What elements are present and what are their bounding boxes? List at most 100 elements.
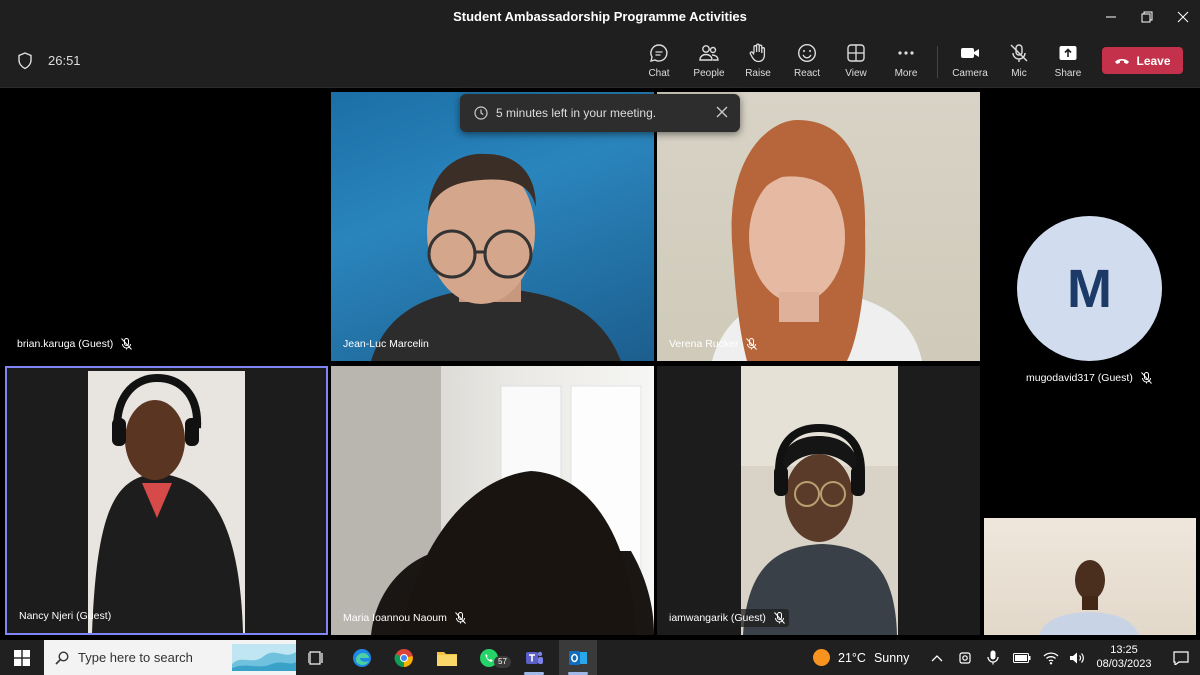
video-feed-person	[712, 120, 922, 361]
raise-hand-button[interactable]: Raise	[733, 40, 783, 84]
clock-time: 13:25	[1110, 644, 1138, 656]
participant-name: Nancy Njeri (Guest)	[19, 610, 112, 622]
start-button[interactable]	[8, 640, 36, 675]
participant-name: Maria Ioannou Naoum	[343, 612, 447, 624]
taskbar-search[interactable]: Type here to search	[44, 640, 296, 675]
chat-button[interactable]: Chat	[634, 40, 684, 84]
react-label: React	[793, 68, 821, 79]
mic-off-icon	[455, 612, 466, 624]
view-label: View	[845, 68, 867, 79]
close-window-icon[interactable]	[1163, 0, 1200, 34]
sun-icon	[813, 649, 830, 666]
share-button[interactable]: Share	[1043, 40, 1093, 84]
people-label: People	[693, 68, 725, 79]
notification-icon	[1173, 650, 1189, 665]
video-feed-person	[1039, 560, 1139, 635]
search-icon	[55, 650, 69, 665]
show-hidden-icons-button[interactable]	[927, 640, 947, 675]
chevron-up-icon	[931, 654, 943, 661]
video-tile-iamwangarik[interactable]: iamwangarik (Guest)	[657, 366, 980, 635]
react-button[interactable]: React	[782, 40, 832, 84]
notifications-button[interactable]	[1166, 640, 1196, 675]
mic-off-icon	[121, 338, 133, 350]
tray-app-button[interactable]	[955, 640, 975, 675]
windows-taskbar: Type here to search 21°C Sunny 13:25 08/…	[0, 640, 1200, 675]
volume-tray-button[interactable]	[1066, 640, 1088, 675]
camera-label: Camera	[952, 68, 988, 79]
file-explorer-button[interactable]	[432, 640, 462, 675]
self-view-tile[interactable]	[984, 518, 1196, 635]
toolbar-divider	[937, 46, 938, 78]
toast-message: 5 minutes left in your meeting.	[496, 106, 657, 120]
mic-off-icon	[1010, 44, 1028, 62]
leave-button[interactable]: Leave	[1102, 47, 1183, 74]
mic-button[interactable]: Mic	[994, 40, 1044, 84]
more-label: More	[894, 68, 918, 79]
raise-hand-icon	[749, 43, 766, 63]
smiley-icon	[797, 43, 817, 63]
teams-icon	[526, 651, 543, 664]
video-feed-person	[371, 153, 621, 361]
video-feed-person	[88, 371, 245, 633]
more-button[interactable]: More	[881, 40, 931, 84]
speaker-icon	[1070, 652, 1084, 663]
chat-icon	[650, 44, 668, 62]
restore-icon[interactable]	[1127, 0, 1167, 34]
video-feed-person	[331, 366, 654, 635]
participant-name-tag: iamwangarik (Guest)	[665, 609, 789, 627]
participant-name-tag: mugodavid317 (Guest)	[1026, 372, 1152, 384]
window-title: Student Ambassadorship Programme Activit…	[453, 9, 747, 24]
video-tile-maria[interactable]: Maria Ioannou Naoum	[331, 366, 654, 635]
more-icon	[898, 51, 914, 55]
meeting-toolbar: 26:51 Chat People Raise React View More …	[0, 34, 1200, 88]
meeting-ending-toast: 5 minutes left in your meeting.	[460, 94, 740, 132]
people-button[interactable]: People	[684, 40, 734, 84]
participant-name-tag: Maria Ioannou Naoum	[339, 609, 470, 627]
participant-name-tag: Jean-Luc Marcelin	[339, 335, 433, 353]
wifi-tray-button[interactable]	[1040, 640, 1062, 675]
edge-button[interactable]	[347, 640, 377, 675]
video-tile-nancy[interactable]: Nancy Njeri (Guest)	[5, 366, 328, 635]
video-tile-brian[interactable]: brian.karuga (Guest)	[5, 92, 328, 361]
folder-icon	[437, 651, 457, 666]
outlook-icon	[569, 650, 587, 665]
battery-icon	[1013, 652, 1031, 663]
task-view-button[interactable]	[304, 640, 328, 675]
whatsapp-badge: 57	[494, 656, 511, 668]
participant-name: brian.karuga (Guest)	[17, 338, 114, 350]
camera-icon	[961, 48, 979, 58]
video-tile-verena[interactable]: Verena Rucker	[657, 92, 980, 361]
weather-widget[interactable]: 21°C Sunny	[813, 649, 909, 666]
video-tile-jean-luc[interactable]: Jean-Luc Marcelin	[331, 92, 654, 361]
close-icon[interactable]	[716, 106, 728, 118]
camera-tray-icon	[959, 651, 971, 664]
microphone-tray-button[interactable]	[983, 640, 1003, 675]
view-button[interactable]: View	[831, 40, 881, 84]
participant-name: Verena Rucker	[669, 338, 739, 350]
clock-icon	[474, 106, 488, 120]
chat-label: Chat	[648, 68, 670, 79]
participant-name: Jean-Luc Marcelin	[343, 338, 429, 350]
weather-text: Sunny	[873, 650, 910, 665]
participant-name: mugodavid317 (Guest)	[1026, 372, 1133, 384]
edge-icon	[353, 648, 371, 667]
minimize-icon[interactable]	[1091, 0, 1131, 34]
windows-logo-icon	[14, 649, 30, 666]
wifi-icon	[1043, 651, 1059, 664]
chrome-button[interactable]	[389, 640, 419, 675]
share-label: Share	[1054, 68, 1082, 79]
video-feed-person	[741, 366, 898, 635]
shield-icon[interactable]	[17, 52, 33, 70]
search-input[interactable]: Type here to search	[78, 650, 193, 665]
task-view-icon	[308, 650, 323, 665]
participant-name-tag: Verena Rucker	[665, 335, 761, 353]
search-highlight-icon	[232, 644, 296, 671]
share-tray-icon	[1059, 46, 1077, 60]
outlook-button[interactable]	[559, 640, 597, 675]
system-clock[interactable]: 13:25 08/03/2023	[1094, 643, 1154, 671]
teams-button[interactable]	[517, 640, 551, 675]
avatar[interactable]: M	[1017, 216, 1162, 361]
battery-tray-button[interactable]	[1011, 640, 1033, 675]
camera-button[interactable]: Camera	[945, 40, 995, 84]
meeting-timer: 26:51	[48, 53, 81, 68]
